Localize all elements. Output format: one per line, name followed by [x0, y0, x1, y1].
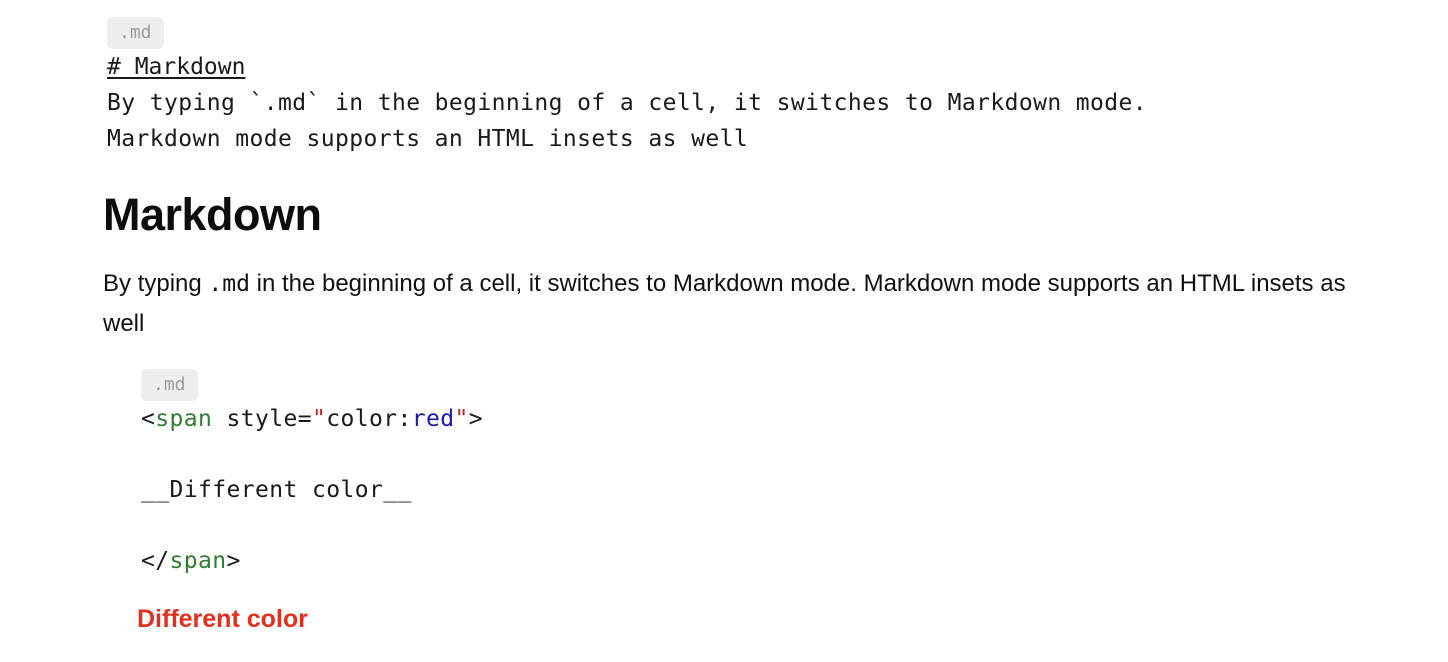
rendered-colored-text: Different color	[137, 605, 308, 633]
code-token: </	[141, 548, 170, 574]
code-token-tag: span	[169, 548, 227, 574]
code-token-quote: "	[454, 406, 469, 432]
code-token: >	[468, 406, 483, 432]
code-token-tag: span	[155, 406, 213, 432]
rendered-heading: Markdown	[103, 189, 322, 240]
rendered-paragraph-text: By typing	[103, 270, 209, 297]
html-inset-cell-source[interactable]: .md <span style="color:red"> __Different…	[141, 369, 1341, 579]
code-token-value: red	[411, 406, 455, 432]
code-token: <	[141, 406, 156, 432]
source-text-line: By typing `.md` in the beginning of a ce…	[107, 90, 1148, 116]
rendered-paragraph-text: in the beginning of a cell, it switches …	[103, 270, 1346, 337]
cell-language-badge: .md	[141, 369, 198, 401]
code-line-close-tag: </span>	[141, 543, 1341, 579]
inline-code: .md	[208, 271, 250, 297]
code-line-text: __Different color__	[141, 477, 412, 503]
rendered-paragraph: By typing .md in the beginning of a cell…	[103, 264, 1373, 344]
markdown-cell-source[interactable]: .md # Markdown By typing `.md` in the be…	[107, 17, 1407, 157]
code-line-open-tag: <span style="color:red">	[141, 401, 1341, 437]
code-token: >	[226, 548, 241, 574]
code-token: color:	[326, 406, 412, 432]
code-token: style=	[212, 406, 312, 432]
source-text-line: Markdown mode supports an HTML insets as…	[107, 126, 749, 152]
source-heading-line: # Markdown	[107, 54, 246, 80]
code-token-quote: "	[311, 406, 327, 432]
cell-language-badge: .md	[107, 17, 164, 49]
